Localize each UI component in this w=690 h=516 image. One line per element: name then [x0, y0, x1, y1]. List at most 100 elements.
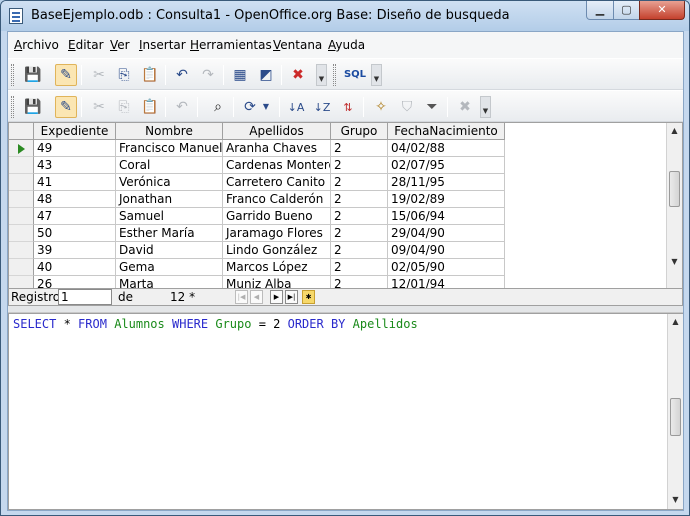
cell-apellidos[interactable]: Carretero Canito [223, 174, 331, 191]
table-row[interactable]: 41 Verónica Carretero Canito 2 28/11/95 [9, 174, 667, 191]
cell-expediente[interactable]: 26 [34, 276, 116, 288]
apply-filter-button[interactable]: ⛉ [396, 96, 418, 118]
table-row[interactable]: 47 Samuel Garrido Bueno 2 15/06/94 [9, 208, 667, 225]
previous-record-button[interactable]: ◀ [250, 290, 263, 304]
column-header-grupo[interactable]: Grupo [331, 123, 388, 140]
menu-archivo[interactable]: Archivo [14, 38, 59, 52]
cell-apellidos[interactable]: Cardenas Montero [223, 157, 331, 174]
toolbar-grip[interactable] [11, 64, 14, 86]
scroll-down-icon[interactable]: ▼ [668, 492, 683, 508]
find-record-button[interactable]: ⌕ [207, 96, 229, 118]
pane-splitter[interactable] [8, 306, 683, 313]
cell-nombre[interactable]: David [116, 242, 223, 259]
refresh-dropdown[interactable]: ▼ [260, 96, 272, 118]
table-row[interactable]: 50 Esther María Jaramago Flores 2 29/04/… [9, 225, 667, 242]
save-record-button[interactable]: 💾 [22, 96, 44, 118]
close-button[interactable]: ✕ [639, 1, 685, 20]
table-row[interactable]: 43 Coral Cardenas Montero 2 02/07/95 [9, 157, 667, 174]
cell-apellidos[interactable]: Garrido Bueno [223, 208, 331, 225]
scroll-down-icon[interactable]: ▼ [667, 254, 682, 270]
last-record-button[interactable]: ▶| [285, 290, 298, 304]
cell-expediente[interactable]: 43 [34, 157, 116, 174]
cell-apellidos[interactable]: Aranha Chaves [223, 140, 331, 157]
menu-ayuda[interactable]: Ayuda [328, 38, 365, 52]
cell-nombre[interactable]: Verónica [116, 174, 223, 191]
cell-grupo[interactable]: 2 [331, 140, 388, 157]
table-row[interactable]: 40 Gema Marcos López 2 02/05/90 [9, 259, 667, 276]
menu-insertar[interactable]: Insertar [139, 38, 186, 52]
paste-button[interactable]: 📋 [139, 96, 161, 118]
scroll-thumb[interactable] [669, 171, 680, 207]
cell-expediente[interactable]: 50 [34, 225, 116, 242]
sort-ascending-button[interactable]: ↓A [285, 96, 307, 118]
cell-nombre[interactable]: Coral [116, 157, 223, 174]
column-header-fechanacimiento[interactable]: FechaNacimiento [388, 123, 505, 140]
column-header-expediente[interactable]: Expediente [34, 123, 116, 140]
scroll-up-icon[interactable]: ▲ [667, 123, 682, 139]
cell-nombre[interactable]: Gema [116, 259, 223, 276]
copy-button[interactable]: ⎘ [113, 64, 135, 86]
refresh-button[interactable]: ⟳ [239, 96, 261, 118]
title-bar[interactable]: BaseEjemplo.odb : Consulta1 - OpenOffice… [1, 1, 689, 31]
cell-expediente[interactable]: 47 [34, 208, 116, 225]
remove-filter-button[interactable]: ✖ [454, 96, 476, 118]
cell-expediente[interactable]: 39 [34, 242, 116, 259]
toolbar-dropdown[interactable]: ▼ [480, 96, 491, 118]
menu-ventana[interactable]: Ventana [273, 38, 322, 52]
cell-nombre[interactable]: Esther María [116, 225, 223, 242]
table-row[interactable]: 26 Marta Muniz Alba 2 12/01/94 [9, 276, 667, 288]
copy-button[interactable]: ⎘ [113, 96, 135, 118]
cell-grupo[interactable]: 2 [331, 276, 388, 288]
undo-record-button[interactable]: ↶ [171, 96, 193, 118]
row-header[interactable] [9, 208, 34, 225]
column-header-apellidos[interactable]: Apellidos [223, 123, 331, 140]
minimize-button[interactable]: ▁ [586, 1, 614, 20]
row-header[interactable] [9, 174, 34, 191]
cell-fechanacimiento[interactable]: 15/06/94 [388, 208, 505, 225]
row-header[interactable] [9, 259, 34, 276]
toolbar-grip[interactable] [333, 64, 336, 86]
sql-button[interactable]: SQL [342, 64, 368, 86]
menu-herramientas[interactable]: Herramientas [190, 38, 272, 52]
record-number-input[interactable]: 1 [58, 289, 112, 305]
cell-grupo[interactable]: 2 [331, 191, 388, 208]
cell-fechanacimiento[interactable]: 02/05/90 [388, 259, 505, 276]
new-record-button[interactable]: ✱ [302, 290, 315, 304]
sort-button[interactable]: ⇅ [337, 96, 359, 118]
table-row[interactable]: 49 Francisco Manuel Aranha Chaves 2 04/0… [9, 140, 667, 157]
scroll-up-icon[interactable]: ▲ [668, 314, 683, 330]
cell-fechanacimiento[interactable]: 02/07/95 [388, 157, 505, 174]
cell-fechanacimiento[interactable]: 12/01/94 [388, 276, 505, 288]
maximize-button[interactable]: ▢ [613, 1, 640, 20]
cell-grupo[interactable]: 2 [331, 242, 388, 259]
undo-button[interactable]: ↶ [171, 64, 193, 86]
row-header[interactable] [9, 157, 34, 174]
row-header[interactable] [9, 276, 34, 288]
toolbar-dropdown[interactable]: ▼ [316, 64, 327, 86]
cell-nombre[interactable]: Samuel [116, 208, 223, 225]
cell-apellidos[interactable]: Franco Calderón [223, 191, 331, 208]
cell-expediente[interactable]: 48 [34, 191, 116, 208]
table-row[interactable]: 48 Jonathan Franco Calderón 2 19/02/89 [9, 191, 667, 208]
run-query-button[interactable]: ▦ [229, 64, 251, 86]
paste-button[interactable]: 📋 [139, 64, 161, 86]
cut-button[interactable]: ✂ [88, 96, 110, 118]
grid-corner[interactable] [9, 123, 34, 140]
cell-fechanacimiento[interactable]: 04/02/88 [388, 140, 505, 157]
sql-vertical-scrollbar[interactable]: ▲ ▼ [667, 314, 683, 509]
grid-vertical-scrollbar[interactable]: ▲ ▼ [666, 123, 682, 288]
cell-fechanacimiento[interactable]: 19/02/89 [388, 191, 505, 208]
cell-expediente[interactable]: 49 [34, 140, 116, 157]
first-record-button[interactable]: |◀ [235, 290, 248, 304]
cell-expediente[interactable]: 41 [34, 174, 116, 191]
scroll-thumb[interactable] [670, 398, 681, 436]
edit-data-button[interactable]: ✎ [55, 96, 77, 118]
cell-expediente[interactable]: 40 [34, 259, 116, 276]
row-header[interactable] [9, 242, 34, 259]
cell-fechanacimiento[interactable]: 28/11/95 [388, 174, 505, 191]
cell-grupo[interactable]: 2 [331, 208, 388, 225]
cell-grupo[interactable]: 2 [331, 174, 388, 191]
cut-button[interactable]: ✂ [88, 64, 110, 86]
column-header-nombre[interactable]: Nombre [116, 123, 223, 140]
redo-button[interactable]: ↷ [197, 64, 219, 86]
